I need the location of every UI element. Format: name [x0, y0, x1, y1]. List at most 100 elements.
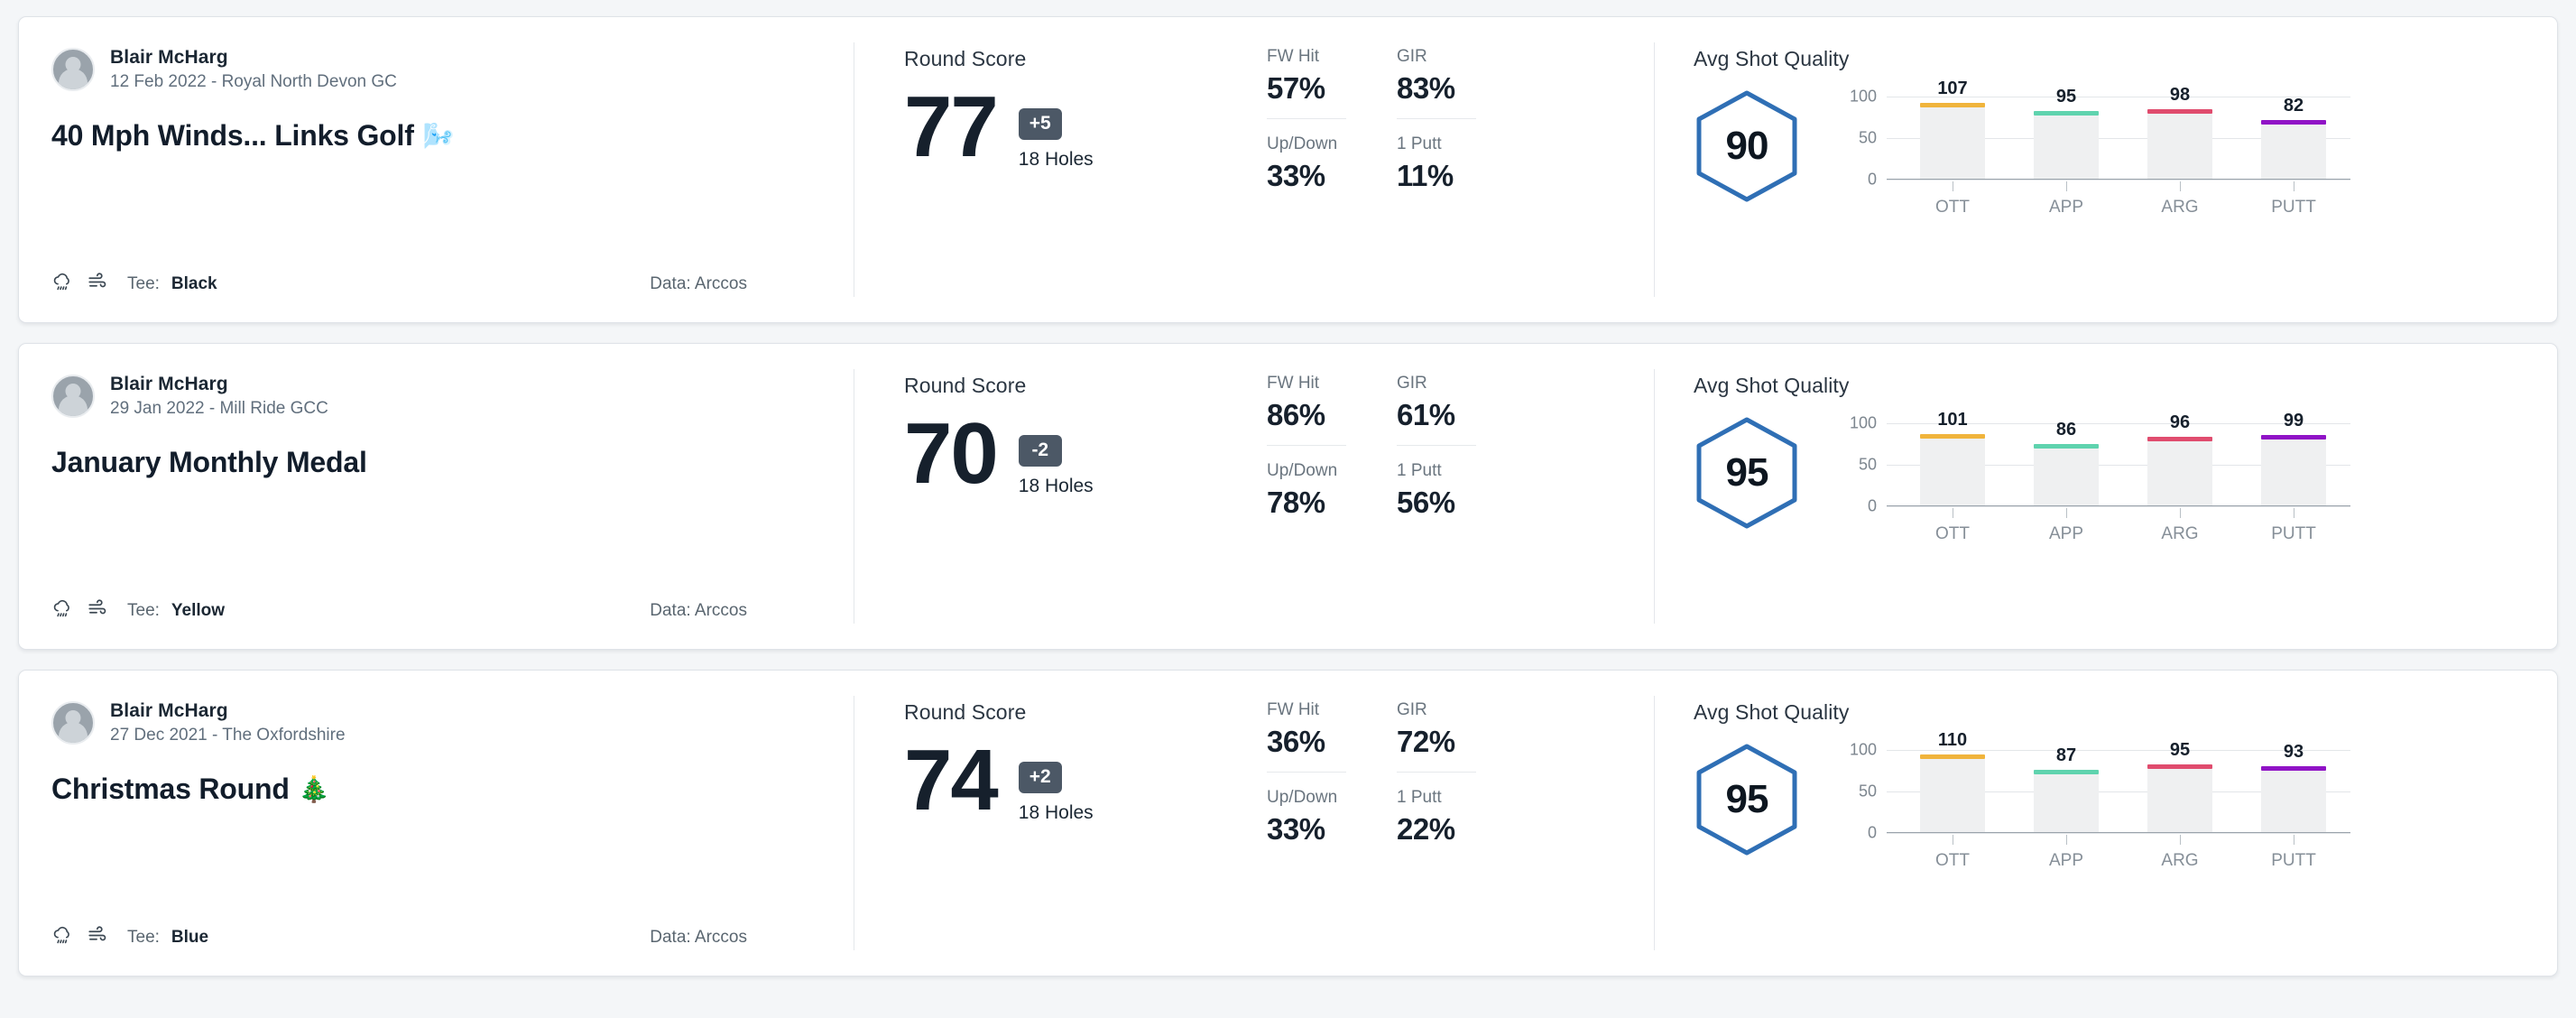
- bar-column-arg: 98: [2147, 85, 2212, 179]
- data-source-label: Data:: [650, 928, 691, 947]
- quality-body: 90 100 50 0 107 95 98 82 OTT APP ARG PUT…: [1694, 79, 2521, 221]
- player-identity[interactable]: Blair McHarg 27 Dec 2021 - The Oxfordshi…: [51, 700, 817, 745]
- stat-label: 1 Putt: [1397, 788, 1442, 807]
- bar-value-label: 101: [1937, 409, 1968, 430]
- shot-quality-bar-chart: 100 50 0 107 95 98 82 OTT APP ARG PUTT: [1845, 79, 2350, 221]
- stat-label: FW Hit: [1267, 47, 1320, 66]
- score-side: +2 18 Holes: [1018, 741, 1094, 824]
- bar-cap-ott: [1920, 433, 1985, 439]
- stat-value: 22%: [1397, 812, 1455, 846]
- wind-icon: [87, 597, 110, 625]
- stat-label: GIR: [1397, 374, 1427, 393]
- hexagon-score-badge: 90: [1694, 89, 1800, 203]
- rounds-feed: Blair McHarg 12 Feb 2022 - Royal North D…: [0, 0, 2576, 976]
- round-stats-grid: FW Hit 36% GIR 72% Up/Down 33% 1 Putt 22…: [1267, 700, 1476, 976]
- round-footer: Tee: Black Data: Arccos: [51, 270, 817, 299]
- stat-fw-hit: FW Hit 57%: [1267, 47, 1346, 119]
- player-identity[interactable]: Blair McHarg 29 Jan 2022 - Mill Ride GCC: [51, 374, 817, 419]
- wind-icon: [87, 270, 110, 299]
- y-axis-label-100: 100: [1849, 87, 1877, 106]
- rain-cloud-icon: [51, 270, 75, 299]
- round-title[interactable]: January Monthly Medal: [51, 446, 817, 479]
- to-par-badge: +5: [1018, 108, 1062, 140]
- stat-label: Up/Down: [1267, 134, 1338, 153]
- player-name: Blair McHarg: [110, 374, 228, 394]
- stat-label: 1 Putt: [1397, 134, 1442, 153]
- bar-value-label: 95: [2169, 740, 2191, 761]
- y-axis-label-0: 0: [1867, 170, 1877, 189]
- bar-cap-arg: [2147, 437, 2212, 442]
- hexagon-score-badge: 95: [1694, 743, 1800, 856]
- y-axis-label-100: 100: [1849, 740, 1877, 759]
- round-score-heading: Round Score: [904, 374, 1027, 397]
- bar-column-app: 87: [2034, 745, 2099, 832]
- y-axis-label-50: 50: [1858, 782, 1877, 801]
- round-date-course: 29 Jan 2022 - Mill Ride GCC: [110, 399, 328, 418]
- bar-track: [2261, 124, 2326, 179]
- round-card[interactable]: Blair McHarg 12 Feb 2022 - Royal North D…: [18, 16, 2558, 323]
- data-source-label: Data:: [650, 601, 691, 620]
- bar-value-label: 110: [1937, 730, 1968, 751]
- tee-value: Yellow: [171, 601, 226, 620]
- x-axis-label-app: APP: [2034, 180, 2099, 221]
- x-axis-label-arg: ARG: [2147, 833, 2212, 875]
- bar-value-label: 93: [2283, 741, 2304, 762]
- round-score-heading: Round Score: [904, 700, 1027, 724]
- x-axis-label-app: APP: [2034, 506, 2099, 548]
- stat-value: 36%: [1267, 725, 1325, 758]
- bar-cap-putt: [2261, 765, 2326, 771]
- round-title-text: Christmas Round: [51, 773, 290, 805]
- score-row: 70 -2 18 Holes: [904, 405, 1229, 502]
- avg-shot-quality-section: Avg Shot Quality 95 100 50: [1654, 344, 2557, 649]
- quality-body: 95 100 50 0 110 87 95 93 OTT APP ARG PUT…: [1694, 730, 2521, 875]
- bar-track: [2147, 441, 2212, 505]
- player-identity[interactable]: Blair McHarg 12 Feb 2022 - Royal North D…: [51, 47, 817, 92]
- round-title[interactable]: Christmas Round 🎄: [51, 773, 817, 806]
- round-conditions: Tee: Blue: [51, 923, 208, 952]
- tee-value: Blue: [171, 928, 209, 947]
- stat-value: 33%: [1267, 812, 1325, 846]
- bar-column-ott: 107: [1920, 79, 1985, 179]
- tee-label: Tee:: [127, 274, 160, 293]
- round-title[interactable]: 40 Mph Winds... Links Golf 🌬️: [51, 119, 817, 153]
- stat-value: 61%: [1397, 398, 1455, 431]
- round-card[interactable]: Blair McHarg 27 Dec 2021 - The Oxfordshi…: [18, 670, 2558, 976]
- round-card[interactable]: Blair McHarg 29 Jan 2022 - Mill Ride GCC…: [18, 343, 2558, 650]
- stat-fw-hit: FW Hit 36%: [1267, 700, 1346, 773]
- data-source-label: Data:: [650, 274, 691, 293]
- stat-value: 86%: [1267, 398, 1325, 431]
- person-avatar-icon[interactable]: [51, 701, 95, 745]
- round-conditions: Tee: Yellow: [51, 597, 225, 625]
- bar-value-label: 99: [2283, 411, 2304, 431]
- holes-label: 18 Holes: [1018, 802, 1094, 823]
- shot-quality-bar-chart: 100 50 0 110 87 95 93 OTT APP ARG PUTT: [1845, 730, 2350, 875]
- stat-value: 78%: [1267, 486, 1325, 519]
- stat-label: GIR: [1397, 47, 1427, 66]
- y-axis-label-0: 0: [1867, 823, 1877, 842]
- round-date-course: 12 Feb 2022 - Royal North Devon GC: [110, 72, 397, 91]
- x-axis-label-ott: OTT: [1920, 833, 1985, 875]
- round-stats-grid: FW Hit 86% GIR 61% Up/Down 78% 1 Putt 56…: [1267, 374, 1476, 649]
- stat-label: GIR: [1397, 700, 1427, 719]
- bar-value-label: 82: [2283, 95, 2304, 116]
- stat-one-putt: 1 Putt 22%: [1397, 788, 1476, 859]
- chart-plot-area: 100 50 0 110 87 95 93: [1850, 730, 2350, 842]
- shot-quality-value: 90: [1725, 124, 1769, 168]
- bar-track: [2261, 770, 2326, 832]
- bar-cap-ott: [1920, 103, 1985, 108]
- score-value: 70: [904, 405, 999, 502]
- score-block: Round Score 77 +5 18 Holes: [904, 47, 1229, 322]
- round-date-course: 27 Dec 2021 - The Oxfordshire: [110, 726, 346, 745]
- round-conditions: Tee: Black: [51, 270, 217, 299]
- stat-value: 33%: [1267, 159, 1325, 192]
- person-avatar-icon[interactable]: [51, 48, 95, 91]
- round-score-section: Round Score 74 +2 18 Holes FW Hit 36% GI…: [854, 671, 1654, 976]
- tee-label: Tee:: [127, 601, 160, 620]
- x-axis-label-putt: PUTT: [2261, 180, 2326, 221]
- bar-column-app: 86: [2034, 420, 2099, 505]
- chart-x-axis: OTT APP ARG PUTT: [1896, 180, 2350, 221]
- bar-cap-app: [2034, 769, 2099, 774]
- score-row: 77 +5 18 Holes: [904, 83, 1229, 171]
- person-avatar-icon[interactable]: [51, 375, 95, 418]
- to-par-badge: +2: [1018, 762, 1062, 793]
